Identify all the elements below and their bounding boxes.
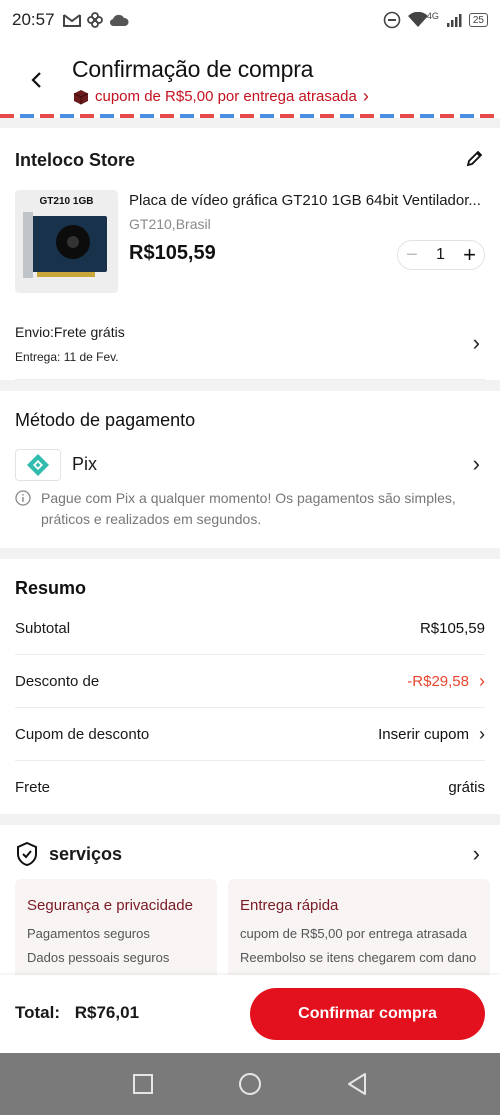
service-card-delivery: Entrega rápida cupom de R$5,00 por entre… [228, 879, 490, 975]
summary-card: Resumo Subtotal R$105,59 Desconto de -R$… [0, 559, 500, 814]
system-nav-bar [0, 1053, 500, 1115]
service-card-line: Reembolso se itens chegarem com dano [240, 950, 477, 965]
pencil-icon [466, 150, 483, 167]
services-chevron-icon[interactable]: › [473, 841, 480, 867]
pix-info: Pague com Pix a qualquer momento! Os pag… [15, 488, 475, 530]
pix-info-text: Pague com Pix a qualquer momento! Os pag… [41, 490, 456, 527]
payment-chevron-icon: › [472, 451, 480, 476]
summary-label: Subtotal [15, 620, 71, 637]
gmail-icon [62, 14, 81, 27]
battery-icon: 25 [468, 13, 488, 27]
back-arrow-icon [31, 72, 41, 88]
summary-label: Desconto de [15, 673, 100, 690]
store-card: Inteloco Store GT210 1GB Placa de vídeo … [0, 128, 500, 380]
pix-logo-icon [15, 449, 61, 481]
airmail-stripe [0, 114, 500, 118]
coupon-box-icon [73, 89, 89, 104]
discount-chevron-icon: › [479, 671, 485, 691]
network-label: 4G [426, 11, 439, 21]
services-card: serviços › Segurança e privacidade Pagam… [0, 825, 500, 975]
summary-row-coupon[interactable]: Cupom de desconto Inserir cupom › [15, 708, 485, 761]
back-button[interactable] [22, 66, 50, 94]
status-time: 20:57 [12, 10, 55, 29]
insert-coupon-link: Inserir cupom [378, 726, 469, 743]
battery-level: 25 [472, 14, 484, 26]
discount-value: -R$29,58 [407, 673, 469, 690]
service-card-security: Segurança e privacidade Pagamentos segur… [15, 879, 217, 975]
quantity-decrease-button[interactable]: − [406, 244, 418, 267]
coupon-chevron-icon: › [479, 724, 485, 744]
edit-button[interactable] [465, 148, 485, 173]
payment-card: Método de pagamento Pix › Pague com Pix … [0, 391, 500, 548]
shipping-label: Envio:Frete grátis [15, 324, 125, 340]
total-label: Total: [15, 1003, 61, 1022]
summary-value: R$105,59 [419, 620, 485, 637]
page-title: Confirmação de compra [72, 56, 314, 82]
service-card-line: cupom de R$5,00 por entrega atrasada [240, 926, 467, 941]
payment-title: Método de pagamento [15, 410, 196, 430]
service-card-line: Pagamentos seguros [27, 926, 150, 941]
coupon-text: cupom de R$5,00 por entrega atrasada [95, 88, 357, 105]
quantity-stepper: − 1 + [397, 240, 485, 270]
service-card-title: Segurança e privacidade [27, 897, 193, 914]
summary-row-shipping: Frete grátis [15, 761, 485, 814]
dnd-icon [383, 11, 401, 29]
divider [15, 379, 485, 380]
confirm-purchase-button[interactable]: Confirmar compra [250, 988, 485, 1040]
payment-method-label: Pix [72, 454, 98, 474]
store-name: Inteloco Store [15, 150, 136, 170]
payment-method-row[interactable]: Pix › [0, 449, 500, 483]
summary-row-subtotal: Subtotal R$105,59 [15, 602, 485, 655]
recents-icon[interactable] [132, 1073, 154, 1095]
cloud-icon [109, 14, 129, 27]
graphics-card-image [23, 212, 107, 278]
quantity-increase-button[interactable]: + [463, 242, 476, 268]
delivery-date: Entrega: 11 de Fev. [15, 350, 119, 364]
product-variant: GT210,Brasil [129, 216, 211, 232]
checkout-bar: Total: R$76,01 Confirmar compra [0, 975, 500, 1053]
home-icon[interactable] [238, 1072, 262, 1096]
product-image[interactable]: GT210 1GB [15, 190, 118, 293]
info-icon [15, 490, 31, 506]
pinwheel-icon [86, 12, 103, 28]
total-value: R$76,01 [74, 1003, 140, 1022]
wifi-icon [407, 12, 428, 27]
status-bar: 20:57 4G 25 [0, 0, 500, 40]
summary-title: Resumo [15, 578, 87, 598]
coupon-chevron: › [362, 86, 369, 106]
order-total: Total: R$76,01 [15, 1003, 139, 1023]
service-card-line: Dados pessoais seguros [27, 950, 170, 965]
summary-value: grátis [448, 779, 485, 796]
shield-check-icon [17, 841, 37, 867]
shipping-chevron-icon: › [472, 330, 480, 355]
quantity-value: 1 [435, 246, 445, 263]
signal-icon [446, 14, 462, 27]
product-title[interactable]: Placa de vídeo gráfica GT210 1GB 64bit V… [129, 192, 485, 209]
services-title: serviços [49, 843, 123, 864]
summary-label: Cupom de desconto [15, 726, 150, 743]
product-price: R$105,59 [129, 242, 216, 264]
page-header: Confirmação de compra cupom de R$5,00 po… [0, 40, 500, 116]
late-delivery-coupon-link[interactable]: cupom de R$5,00 por entrega atrasada › [73, 86, 369, 107]
service-card-title: Entrega rápida [240, 897, 339, 914]
summary-label: Frete [15, 779, 51, 796]
shipping-row[interactable]: Envio:Frete grátis Entrega: 11 de Fev. › [0, 314, 500, 378]
services-header[interactable]: serviços [15, 841, 122, 867]
summary-row-discount[interactable]: Desconto de -R$29,58 › [15, 655, 485, 708]
back-nav-icon[interactable] [346, 1072, 368, 1096]
